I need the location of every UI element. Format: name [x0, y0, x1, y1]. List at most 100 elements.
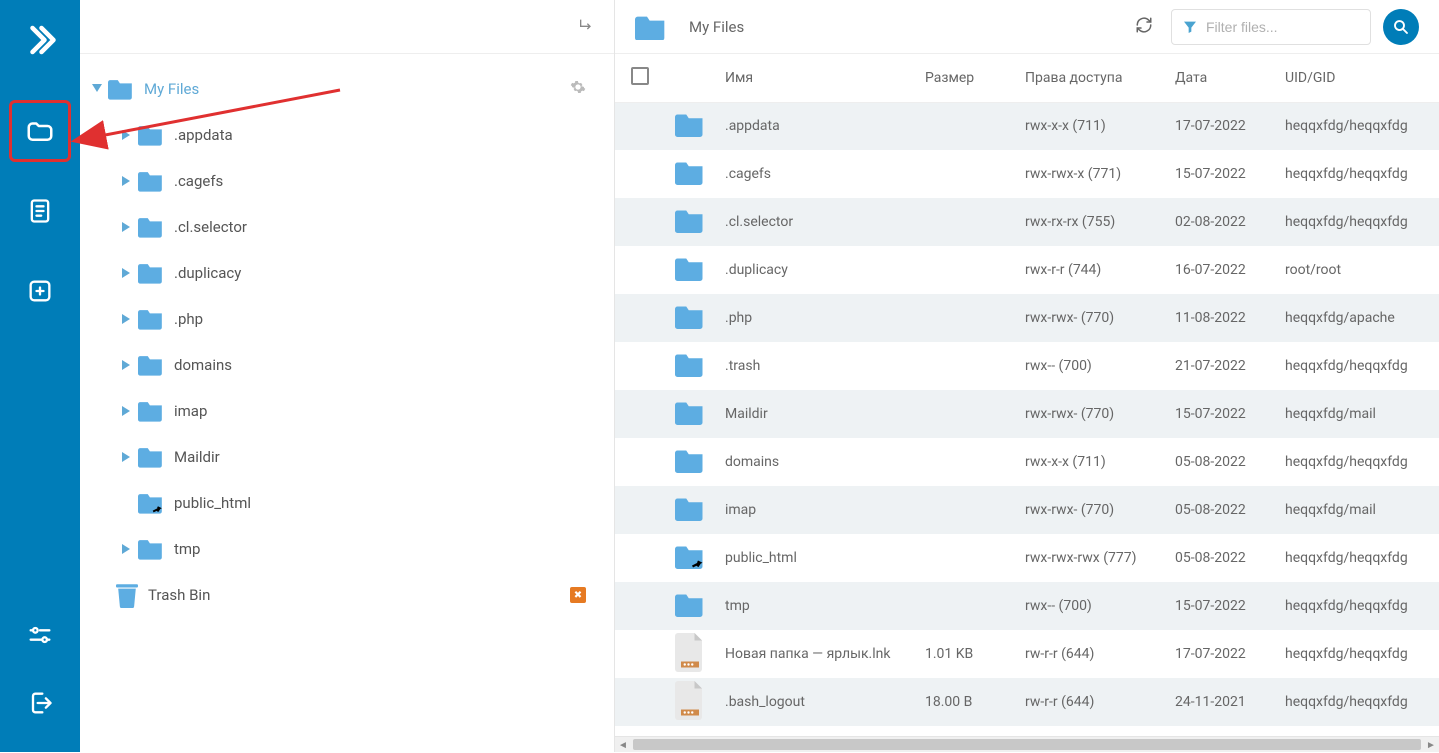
rail-item-files[interactable]	[9, 100, 71, 162]
tree-item[interactable]: Maildir	[80, 434, 604, 480]
caret-right-icon[interactable]	[120, 450, 134, 464]
cell-name: .duplicacy	[715, 246, 915, 294]
tree-panel: My Files .appdata .cagefs.cl.selector.dup…	[80, 0, 615, 752]
cell-perm: rwx-rwx- (770)	[1015, 390, 1165, 438]
folder-icon	[138, 492, 164, 514]
th-date[interactable]: Дата	[1165, 54, 1275, 102]
folder-icon	[675, 605, 705, 621]
cell-date: 15-07-2022	[1165, 390, 1275, 438]
cell-uid: heqqxfdg/heqqxfdg	[1275, 534, 1439, 582]
empty-trash-icon[interactable]: ✖	[570, 587, 586, 603]
table-row[interactable]: .cagefsrwx-rwx-x (771)15-07-2022heqqxfdg…	[615, 150, 1439, 198]
cell-date: 02-08-2022	[1165, 198, 1275, 246]
tree-item-label: tmp	[174, 540, 200, 558]
th-name[interactable]: Имя	[715, 54, 915, 102]
rail-item-document[interactable]	[9, 180, 71, 242]
table-row[interactable]: .cl.selectorrwx-rx-rx (755)02-08-2022heq…	[615, 198, 1439, 246]
file-icon	[675, 660, 705, 676]
tree-item[interactable]: .php	[80, 296, 604, 342]
caret-right-icon[interactable]	[120, 220, 134, 234]
th-size[interactable]: Размер	[915, 54, 1015, 102]
caret-right-icon[interactable]	[120, 542, 134, 556]
file-table-wrap[interactable]: Имя Размер Права доступа Дата UID/GID .a…	[615, 54, 1439, 736]
table-row[interactable]: Maildirrwx-rwx- (770)15-07-2022heqqxfdg/…	[615, 390, 1439, 438]
table-row[interactable]: domainsrwx-x-x (711)05-08-2022heqqxfdg/h…	[615, 438, 1439, 486]
nav-rail	[0, 0, 80, 752]
horizontal-scrollbar[interactable]: ◄ ►	[615, 736, 1439, 752]
cell-perm: rw-r-r (644)	[1015, 678, 1165, 726]
tree-trash[interactable]: Trash Bin ✖	[80, 572, 604, 618]
cell-date: 24-11-2021	[1165, 678, 1275, 726]
search-button[interactable]	[1383, 9, 1419, 45]
folder-icon	[138, 400, 164, 422]
cell-name: .php	[715, 294, 915, 342]
caret-right-icon[interactable]	[120, 266, 134, 280]
cell-date: 05-08-2022	[1165, 534, 1275, 582]
tree-item[interactable]: .duplicacy	[80, 250, 604, 296]
tree-item[interactable]: public_html	[80, 480, 604, 526]
tree-item[interactable]: .cl.selector	[80, 204, 604, 250]
enter-icon[interactable]	[578, 17, 594, 37]
table-header-row: Имя Размер Права доступа Дата UID/GID	[615, 54, 1439, 102]
rail-item-settings[interactable]	[9, 604, 71, 666]
cell-uid: heqqxfdg/mail	[1275, 390, 1439, 438]
folder-icon	[675, 365, 705, 381]
table-row[interactable]: .bash_logout18.00 Brw-r-r (644)24-11-202…	[615, 678, 1439, 726]
select-all-checkbox[interactable]	[631, 67, 649, 85]
cell-name: .trash	[715, 342, 915, 390]
cell-perm: rwx-- (700)	[1015, 582, 1165, 630]
scroll-left-arrow[interactable]: ◄	[615, 737, 631, 753]
th-uid[interactable]: UID/GID	[1275, 54, 1439, 102]
gear-icon[interactable]	[570, 79, 586, 99]
cell-uid: heqqxfdg/heqqxfdg	[1275, 198, 1439, 246]
table-row[interactable]: Новая папка — ярлык.lnk1.01 KBrw-r-r (64…	[615, 630, 1439, 678]
filter-input-wrap[interactable]	[1171, 9, 1371, 45]
tree-item[interactable]: domains	[80, 342, 604, 388]
folder-icon	[635, 14, 667, 40]
cell-size	[915, 102, 1015, 150]
tree-item-label: .appdata	[174, 126, 233, 144]
table-row[interactable]: .duplicacyrwx-r-r (744)16-07-2022root/ro…	[615, 246, 1439, 294]
table-row[interactable]: .phprwx-rwx- (770)11-08-2022heqqxfdg/apa…	[615, 294, 1439, 342]
rail-item-logout[interactable]	[9, 672, 71, 734]
caret-down-icon[interactable]	[90, 82, 104, 96]
filter-input[interactable]	[1206, 19, 1360, 35]
table-row[interactable]: .trashrwx-- (700)21-07-2022heqqxfdg/heqq…	[615, 342, 1439, 390]
cell-name: .bash_logout	[715, 678, 915, 726]
cell-size	[915, 198, 1015, 246]
th-perm[interactable]: Права доступа	[1015, 54, 1165, 102]
caret-right-icon[interactable]	[120, 496, 134, 510]
cell-perm: rwx-r-r (744)	[1015, 246, 1165, 294]
caret-right-icon[interactable]	[120, 128, 134, 142]
scroll-thumb[interactable]	[633, 739, 1421, 750]
scroll-right-arrow[interactable]: ►	[1423, 737, 1439, 753]
table-row[interactable]: tmprwx-- (700)15-07-2022heqqxfdg/heqqxfd…	[615, 582, 1439, 630]
tree-item[interactable]: imap	[80, 388, 604, 434]
caret-right-icon[interactable]	[120, 404, 134, 418]
table-row[interactable]: public_htmlrwx-rwx-rwx (777)05-08-2022he…	[615, 534, 1439, 582]
table-row[interactable]: imaprwx-rwx- (770)05-08-2022heqqxfdg/mai…	[615, 486, 1439, 534]
refresh-button[interactable]	[1129, 10, 1159, 44]
tree-root[interactable]: My Files	[80, 66, 604, 112]
tree-item[interactable]: .appdata	[80, 112, 604, 158]
cell-name: tmp	[715, 582, 915, 630]
cell-size	[915, 246, 1015, 294]
table-row[interactable]: .appdatarwx-x-x (711)17-07-2022heqqxfdg/…	[615, 102, 1439, 150]
rail-item-add[interactable]	[9, 260, 71, 322]
cell-uid: heqqxfdg/heqqxfdg	[1275, 150, 1439, 198]
caret-right-icon[interactable]	[120, 312, 134, 326]
cell-size	[915, 534, 1015, 582]
cell-perm: rwx-rwx- (770)	[1015, 294, 1165, 342]
caret-right-icon[interactable]	[120, 174, 134, 188]
app-logo[interactable]	[20, 20, 60, 60]
tree-item[interactable]: .cagefs	[80, 158, 604, 204]
caret-right-icon[interactable]	[120, 358, 134, 372]
folder-icon	[138, 446, 164, 468]
tree-item[interactable]: tmp	[80, 526, 604, 572]
cell-date: 21-07-2022	[1165, 342, 1275, 390]
breadcrumb[interactable]: My Files	[635, 14, 1117, 40]
folder-icon	[675, 413, 705, 429]
folder-link-icon	[675, 557, 705, 573]
cell-name: imap	[715, 486, 915, 534]
cell-size	[915, 294, 1015, 342]
